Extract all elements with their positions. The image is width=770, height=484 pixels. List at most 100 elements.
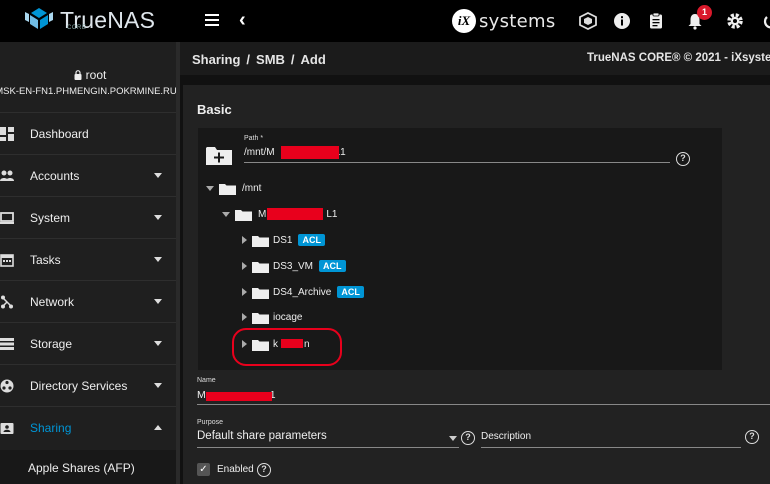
accounts-icon (0, 169, 14, 183)
acl-badge: ACL (319, 260, 346, 272)
hostname: MSK-EN-FN1.PHMENGIN.POKRMINE.RU (0, 86, 177, 97)
tree-node-ds1[interactable]: DS1 ACL (242, 232, 325, 248)
sidebar-item-directory-services[interactable]: Directory Services (0, 364, 180, 406)
chevron-down-icon (154, 257, 162, 262)
power-icon[interactable] (762, 12, 770, 30)
network-icon (0, 295, 14, 309)
system-icon (0, 211, 14, 225)
breadcrumb-smb[interactable]: SMB (256, 52, 285, 67)
breadcrumb-bar: Sharing / SMB / Add TrueNAS CORE® © 2021 - i… (180, 42, 770, 75)
caret-right-icon (242, 236, 247, 244)
sidebar-item-label: Directory Services (30, 378, 128, 393)
directory-services-icon (0, 379, 14, 393)
chevron-down-icon (154, 173, 162, 178)
chevron-left-icon[interactable]: ‹ (239, 9, 246, 31)
sidebar-item-label: System (30, 210, 71, 225)
chevron-down-icon (154, 341, 162, 346)
help-icon[interactable]: ? (676, 152, 690, 166)
caret-right-icon (242, 313, 247, 321)
help-icon[interactable]: ? (461, 431, 475, 445)
breadcrumb-separator: / (290, 52, 295, 67)
path-underline (244, 162, 670, 163)
caret-down-icon (206, 185, 214, 191)
chevron-down-icon (154, 383, 162, 388)
top-bar: TrueNAS CORE ‹ iX systems 1 (0, 0, 770, 42)
folder-icon (219, 182, 236, 195)
sidebar-divider (176, 42, 180, 484)
purpose-label: Purpose (197, 419, 224, 426)
acl-badge: ACL (298, 234, 325, 246)
notification-badge: 1 (697, 5, 712, 20)
info-icon[interactable] (613, 12, 631, 30)
folder-icon (252, 286, 269, 299)
add-folder-icon[interactable] (206, 145, 232, 170)
truecommand-icon[interactable] (579, 11, 597, 31)
sidebar: root MSK-EN-FN1.PHMENGIN.POKRMINE.RU Das… (0, 42, 180, 484)
lock-icon (74, 70, 82, 80)
sharing-icon (0, 421, 14, 435)
dashboard-icon (0, 126, 14, 141)
chevron-down-icon (154, 215, 162, 220)
tree-node-label: DS3_VM (273, 260, 314, 272)
folder-icon (235, 208, 252, 221)
enabled-label: Enabled (217, 464, 254, 475)
tree-node-mnt[interactable]: /mnt (206, 180, 261, 196)
tree-node-ds4-archive[interactable]: DS4_Archive ACL (242, 284, 364, 300)
redaction-mark (206, 392, 272, 401)
breadcrumb-separator: / (246, 52, 251, 67)
sidebar-item-storage[interactable]: Storage (0, 322, 180, 364)
calendar-icon (0, 253, 14, 267)
sidebar-item-label: Network (30, 294, 75, 309)
sidebar-item-label: Dashboard (30, 126, 89, 141)
help-icon[interactable]: ? (257, 463, 271, 477)
copyright-text: TrueNAS CORE® © 2021 - iXsystem (587, 52, 770, 64)
chevron-up-icon (154, 425, 162, 430)
sidebar-item-dashboard[interactable]: Dashboard (0, 112, 180, 154)
caret-down-icon (222, 211, 230, 217)
tree-node-label: DS4_Archive (273, 286, 332, 298)
username: root (85, 68, 107, 82)
tree-node-ds3-vm[interactable]: DS3_VM ACL (242, 258, 346, 274)
sidebar-item-accounts[interactable]: Accounts (0, 154, 180, 196)
sidebar-subitem-label: Apple Shares (AFP) (28, 461, 135, 475)
truenas-logo[interactable]: TrueNAS (24, 7, 155, 33)
sidebar-item-label: Storage (30, 336, 73, 351)
name-underline (197, 404, 770, 405)
name-label: Name (197, 377, 216, 384)
caret-right-icon (242, 262, 247, 270)
breadcrumb-add: Add (300, 52, 326, 67)
gear-icon[interactable] (726, 12, 744, 30)
folder-icon (252, 260, 269, 273)
sidebar-subitem-afp[interactable]: Apple Shares (AFP) (0, 450, 180, 484)
caret-right-icon (242, 288, 247, 296)
purpose-select[interactable]: Default share parameters (197, 430, 327, 442)
enabled-checkbox[interactable]: ✓ (197, 463, 210, 476)
chevron-down-icon (154, 299, 162, 304)
ix-mark: iX (452, 9, 476, 33)
truenas-logo-icon (24, 7, 54, 33)
clipboard-icon[interactable] (647, 12, 665, 30)
vendor-text: systems (479, 10, 556, 32)
tree-node-label: DS1 (273, 234, 293, 246)
path-label: Path * (244, 135, 264, 142)
redaction-mark (267, 208, 323, 220)
redaction-mark (281, 146, 339, 159)
storage-icon (0, 337, 14, 351)
help-icon[interactable]: ? (745, 430, 759, 444)
description-input[interactable]: Description (481, 431, 531, 442)
section-title: Basic (197, 102, 232, 117)
sidebar-item-tasks[interactable]: Tasks (0, 238, 180, 280)
description-underline (481, 447, 741, 448)
folder-icon (252, 311, 269, 324)
folder-icon (252, 234, 269, 247)
ixsystems-logo[interactable]: iX systems (452, 9, 556, 33)
menu-toggle-icon[interactable] (205, 14, 219, 26)
highlight-annotation (232, 328, 342, 366)
chevron-down-icon[interactable] (449, 436, 457, 441)
sidebar-item-network[interactable]: Network (0, 280, 180, 322)
tree-node-iocage[interactable]: iocage (242, 309, 302, 325)
sidebar-item-system[interactable]: System (0, 196, 180, 238)
sidebar-item-label: Sharing (30, 420, 72, 435)
sidebar-item-sharing[interactable]: Sharing (0, 406, 180, 448)
breadcrumb-sharing[interactable]: Sharing (192, 52, 240, 67)
